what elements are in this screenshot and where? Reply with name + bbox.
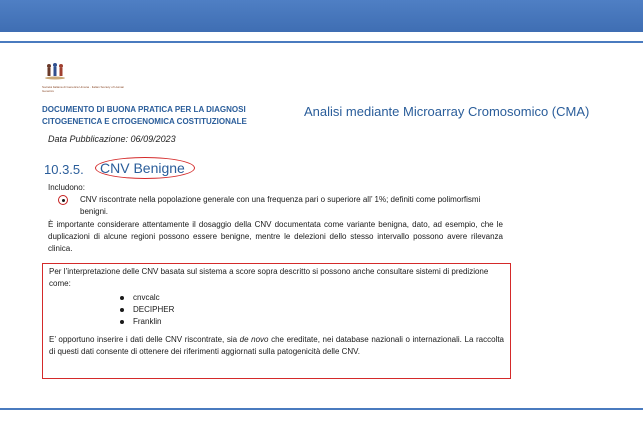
list-item: cnvcalc [120, 292, 174, 304]
publication-date: Data Pubblicazione: 06/09/2023 [48, 134, 176, 144]
section-number: 10.3.5. [44, 162, 84, 177]
list-item: Franklin [120, 316, 174, 328]
bullet-text: CNV riscontrate nella popolazione genera… [80, 195, 481, 216]
footer-divider [0, 408, 643, 410]
society-logo-icon [45, 63, 65, 80]
include-label: Includono: [48, 183, 85, 192]
database-text-part1: E’ opportuno inserire i dati delle CNV r… [49, 335, 240, 344]
dosage-paragraph: È importante considerare attentamente il… [48, 220, 503, 253]
database-paragraph: E’ opportuno inserire i dati delle CNV r… [49, 334, 504, 358]
header-divider [0, 41, 643, 43]
document-title: DOCUMENTO DI BUONA PRATICA PER LA DIAGNO… [42, 105, 247, 126]
document-subtitle: Analisi mediante Microarray Cromosomico … [304, 104, 590, 119]
circled-bullet-icon [58, 195, 68, 205]
prediction-tools-list: cnvcalc DECIPHER Franklin [120, 292, 174, 328]
society-name: Società Italiana di Genetica Umana · Ita… [42, 85, 125, 93]
de-novo-text: de novo [239, 335, 269, 344]
prediction-intro: Per l’interpretazione delle CNV basata s… [49, 267, 489, 288]
list-item: DECIPHER [120, 304, 174, 316]
title-highlight-ellipse [95, 157, 195, 179]
slide-header-bar [0, 0, 643, 32]
